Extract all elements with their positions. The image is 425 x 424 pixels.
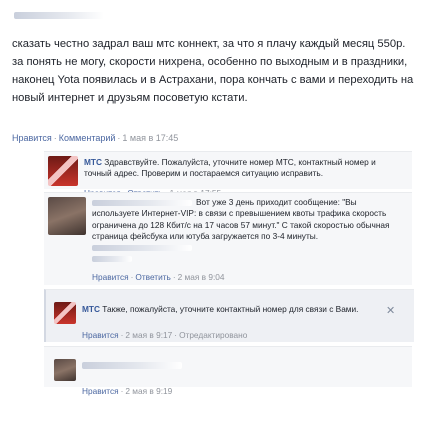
comment-reply-link[interactable]: Ответить <box>135 272 170 282</box>
separator: · <box>174 330 178 340</box>
comment-author[interactable]: МТС <box>82 304 100 314</box>
post-timestamp[interactable]: 1 мая в 17:45 <box>122 133 178 143</box>
comment-text: МТС Также, пожалуйста, уточните контактн… <box>82 304 372 315</box>
close-icon[interactable]: ✕ <box>386 304 395 317</box>
separator: · <box>172 272 176 282</box>
separator: · <box>120 386 124 396</box>
separator: · <box>53 133 57 143</box>
comment-like-link[interactable]: Нравится <box>82 386 119 396</box>
redacted-author-name <box>82 362 182 369</box>
comment-body: Здравствуйте. Пожалуйста, уточните номер… <box>84 157 376 179</box>
comment-body: Также, пожалуйста, уточните контактный н… <box>102 304 359 314</box>
user-avatar[interactable] <box>54 359 76 381</box>
separator: · <box>130 272 134 282</box>
post-actions: Нравится · Комментарий · 1 мая в 17:45 <box>12 133 178 143</box>
post-comment-link[interactable]: Комментарий <box>59 133 116 143</box>
comment-like-link[interactable]: Нравится <box>82 330 119 340</box>
comment-text: МТС Здравствуйте. Пожалуйста, уточните н… <box>84 157 404 180</box>
comment-timestamp[interactable]: 2 мая в 9:04 <box>178 272 225 282</box>
redacted-author-name <box>14 12 104 19</box>
edited-label[interactable]: Отредактировано <box>179 330 247 340</box>
mts-avatar[interactable] <box>48 156 78 186</box>
comment-actions: Нравится · Ответить · 2 мая в 9:04 <box>92 272 225 282</box>
comment-actions: Нравится · 2 мая в 9:17 · Отредактировано <box>82 330 247 340</box>
comment-author[interactable]: МТС <box>84 157 102 167</box>
redacted-text <box>92 245 192 251</box>
redacted-text <box>92 256 132 263</box>
post-text: сказать честно задрал ваш мтс коннект, з… <box>12 38 414 104</box>
separator: · <box>117 133 121 143</box>
comment-like-link[interactable]: Нравится <box>92 272 129 282</box>
mts-avatar[interactable] <box>54 302 76 324</box>
comment-text: Вот уже 3 день приходит сообщение: "Вы и… <box>92 197 404 265</box>
redacted-author-name <box>92 199 192 206</box>
separator: · <box>120 330 124 340</box>
comment-timestamp[interactable]: 2 мая в 9:19 <box>125 386 172 396</box>
comment-timestamp[interactable]: 2 мая в 9:17 <box>125 330 172 340</box>
post-like-link[interactable]: Нравится <box>12 133 52 143</box>
comment-actions: Нравится · 2 мая в 9:19 <box>82 386 172 396</box>
user-avatar[interactable] <box>48 197 86 235</box>
